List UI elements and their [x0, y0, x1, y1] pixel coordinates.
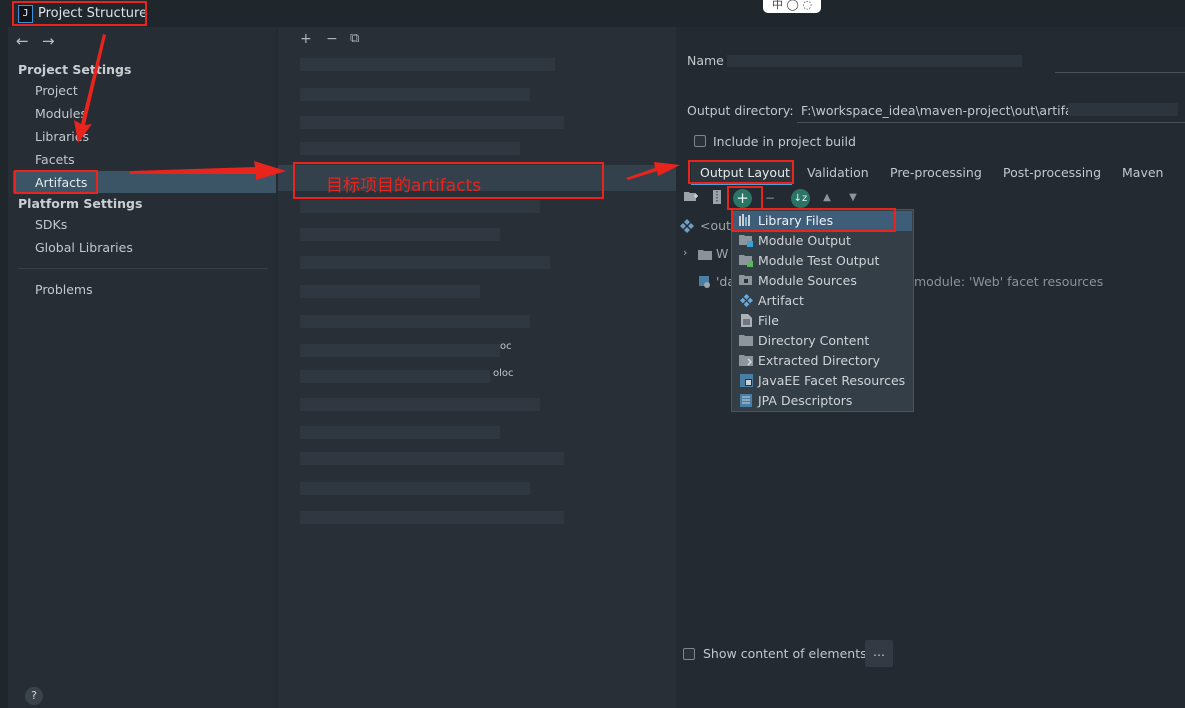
output-directory-blur — [1068, 103, 1178, 116]
remove-artifact-button[interactable]: − — [326, 31, 338, 47]
annotation-box-title — [12, 1, 147, 26]
annotation-box-add-button — [727, 186, 763, 210]
artifact-icon — [739, 294, 753, 307]
show-content-checkbox[interactable] — [683, 648, 695, 660]
name-field-underline — [1055, 72, 1185, 73]
blurred-list-item — [300, 256, 550, 269]
include-in-build-checkbox[interactable] — [694, 135, 706, 147]
blurred-list-item — [300, 200, 540, 213]
blurred-list-item — [300, 228, 500, 241]
annotation-box-library-files — [731, 208, 896, 232]
tab-post-processing[interactable]: Post-processing — [1003, 165, 1101, 180]
forward-arrow-icon[interactable]: → — [42, 32, 55, 50]
blurred-list-item — [300, 58, 555, 71]
add-artifact-button[interactable]: + — [300, 31, 312, 47]
sidebar-item-modules[interactable]: Modules — [35, 106, 87, 121]
blurred-list-item — [300, 285, 480, 298]
menu-item-artifact[interactable]: Artifact — [758, 293, 804, 308]
tab-maven[interactable]: Maven — [1122, 165, 1163, 180]
expand-chevron-icon[interactable]: › — [683, 246, 687, 259]
blurred-list-item — [300, 142, 520, 155]
sidebar-divider — [18, 268, 268, 269]
blurred-list-item — [300, 482, 530, 495]
facet-resource-icon — [699, 276, 711, 288]
sort-elements-button[interactable]: ↓z — [791, 189, 810, 208]
move-down-icon[interactable]: ▼ — [845, 190, 861, 206]
name-label: Name — [687, 53, 724, 68]
blurred-list-item — [300, 315, 530, 328]
menu-item-module-sources[interactable]: Module Sources — [758, 273, 857, 288]
module-output-icon — [739, 234, 753, 247]
sidebar-item-problems[interactable]: Problems — [35, 282, 93, 297]
output-directory-label: Output directory: — [687, 103, 794, 118]
annotation-box-output-layout — [688, 160, 794, 184]
tab-pre-processing[interactable]: Pre-processing — [890, 165, 982, 180]
list-item-fragment: oloc — [493, 368, 514, 379]
file-icon — [739, 314, 753, 327]
input-method-widget[interactable]: 中 ◯ ◌ — [763, 0, 821, 13]
remove-element-icon[interactable]: − — [762, 190, 778, 206]
show-content-label: Show content of elements — [703, 646, 867, 661]
tree-facet-resources[interactable]: module: 'Web' facet resources — [914, 274, 1103, 289]
help-button[interactable]: ? — [25, 687, 43, 705]
extracted-directory-icon — [739, 354, 753, 367]
sidebar-item-sdks[interactable]: SDKs — [35, 217, 67, 232]
more-options-button[interactable]: ... — [865, 640, 893, 667]
list-item-fragment: oc — [500, 341, 512, 352]
output-root-icon — [680, 219, 694, 233]
sidebar-item-libraries[interactable]: Libraries — [35, 129, 89, 144]
blurred-list-item — [300, 452, 564, 465]
javaee-icon — [739, 374, 753, 387]
menu-item-javaee-facet-resources[interactable]: JavaEE Facet Resources — [758, 373, 905, 388]
blurred-list-item — [300, 88, 530, 101]
menu-item-module-output[interactable]: Module Output — [758, 233, 851, 248]
directory-icon — [739, 334, 753, 347]
folder-icon — [698, 248, 712, 260]
module-test-output-icon — [739, 254, 753, 267]
menu-item-jpa-descriptors[interactable]: JPA Descriptors — [758, 393, 852, 408]
copy-artifact-button[interactable]: ⧉ — [350, 31, 359, 46]
blurred-list-item — [300, 344, 500, 357]
create-directory-icon[interactable] — [683, 190, 699, 206]
move-up-icon[interactable]: ▲ — [819, 190, 835, 206]
project-settings-header: Project Settings — [18, 62, 132, 77]
blurred-list-item — [300, 511, 564, 524]
menu-item-directory-content[interactable]: Directory Content — [758, 333, 869, 348]
jpa-icon — [739, 394, 753, 407]
output-directory-value: F:\workspace_idea\maven-project\out\arti… — [801, 103, 1085, 118]
annotation-text: 目标项目的artifacts — [326, 176, 482, 196]
blurred-list-item — [300, 116, 564, 129]
blurred-list-item — [300, 398, 540, 411]
sidebar-edge — [0, 27, 8, 708]
platform-settings-header: Platform Settings — [18, 196, 143, 211]
back-arrow-icon[interactable]: ← — [16, 32, 29, 50]
sidebar-item-project[interactable]: Project — [35, 83, 78, 98]
blurred-list-item — [300, 426, 500, 439]
name-field[interactable] — [727, 55, 1022, 67]
sidebar-item-global-libraries[interactable]: Global Libraries — [35, 240, 133, 255]
artifacts-list-panel — [278, 27, 676, 708]
sidebar-item-facets[interactable]: Facets — [35, 152, 75, 167]
menu-item-module-test-output[interactable]: Module Test Output — [758, 253, 879, 268]
menu-item-extracted-directory[interactable]: Extracted Directory — [758, 353, 880, 368]
annotation-box-artifacts — [14, 170, 98, 194]
tree-web-inf[interactable]: W — [716, 246, 728, 261]
blurred-list-item — [300, 370, 490, 383]
menu-item-file[interactable]: File — [758, 313, 779, 328]
create-archive-icon[interactable] — [709, 190, 725, 206]
tab-validation[interactable]: Validation — [807, 165, 869, 180]
module-sources-icon — [739, 274, 753, 287]
title-bar — [0, 0, 1185, 27]
include-in-build-label: Include in project build — [713, 134, 856, 149]
